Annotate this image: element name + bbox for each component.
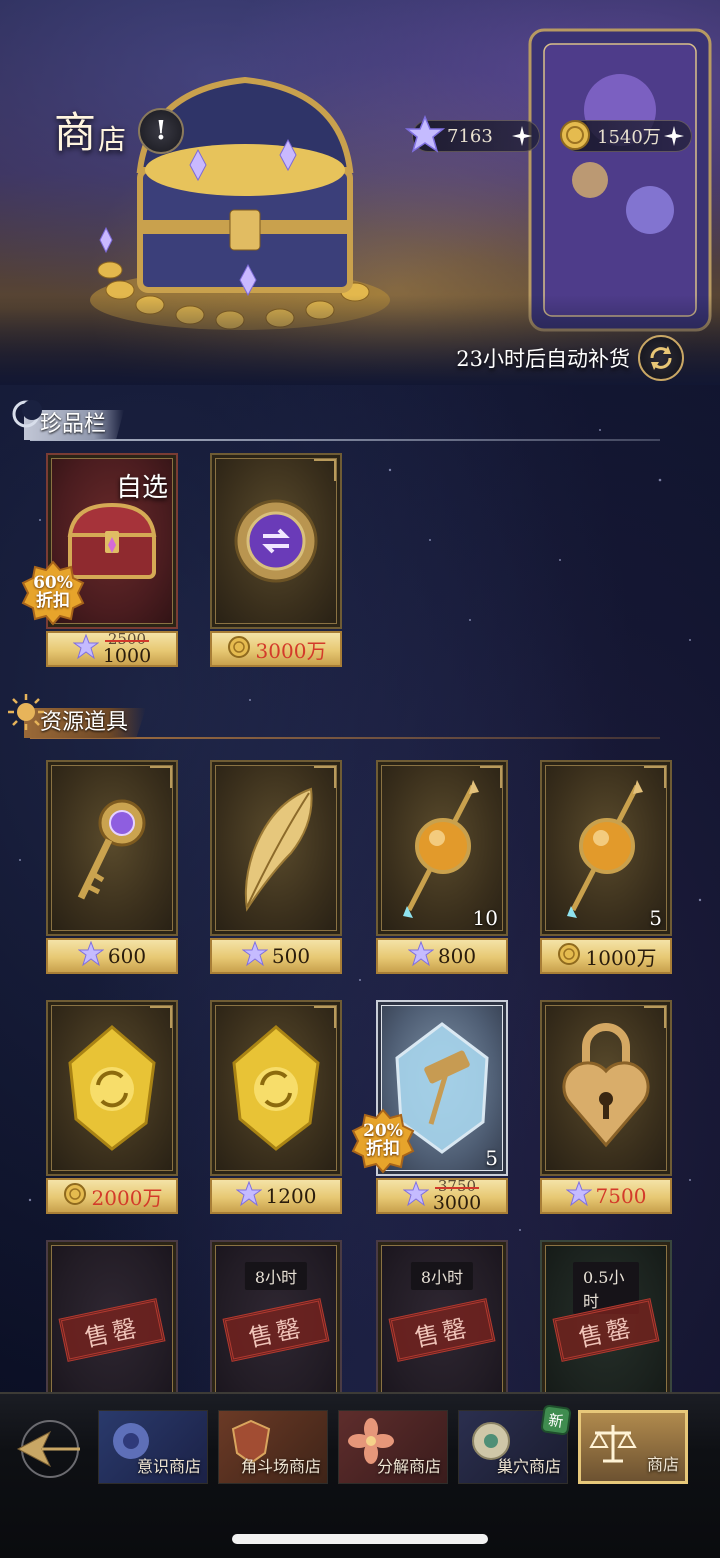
price-value: 1200 bbox=[265, 1184, 317, 1208]
gold-coin-icon bbox=[226, 634, 252, 664]
page-title: 商 店 bbox=[54, 112, 126, 154]
refresh-icon bbox=[650, 346, 672, 370]
star-crystal-icon bbox=[77, 940, 105, 971]
shop-item-refresh-crystal-gold[interactable]: 2000万 bbox=[46, 1000, 178, 1215]
price-tag: 1000万 bbox=[540, 938, 672, 974]
section-treasure-title: 珍品栏 bbox=[40, 412, 107, 437]
price-value: 3000万 bbox=[255, 638, 327, 663]
price-tag: 500 bbox=[210, 938, 342, 974]
shop-item-potion-scepter-5[interactable]: 5 1000万 bbox=[540, 760, 672, 975]
tab-consciousness-shop[interactable]: 意识商店 bbox=[98, 1410, 208, 1484]
item-quantity: 5 bbox=[485, 1146, 498, 1170]
price-tag: 2000万 bbox=[46, 1178, 178, 1214]
gold-amount: 1540万 bbox=[597, 127, 661, 148]
potion-scepter-icon bbox=[403, 780, 479, 918]
purple-token-icon bbox=[234, 499, 318, 583]
restock-text: 23小时后自动补货 bbox=[456, 347, 630, 371]
shop-item-feather[interactable]: 500 bbox=[210, 760, 342, 975]
shop-item-heart-lock[interactable]: 7500 bbox=[540, 1000, 672, 1215]
section-treasure-header: 珍品栏 bbox=[10, 392, 670, 452]
sale-price: 1000 bbox=[102, 645, 152, 667]
page-title-rest: 店 bbox=[98, 123, 127, 156]
tab-label: 分解商店 bbox=[376, 1457, 441, 1476]
heart-lock-icon bbox=[562, 1023, 650, 1148]
star-crystal-icon bbox=[404, 115, 446, 159]
restock-timer: 23小时后自动补货 bbox=[456, 335, 684, 381]
star-crystal-icon bbox=[402, 1180, 430, 1211]
golden-feather-icon bbox=[244, 787, 313, 912]
discount-word: 折扣 bbox=[366, 1139, 400, 1159]
restock-countdown: 8小时 bbox=[244, 1262, 308, 1290]
price-value: 2000万 bbox=[91, 1185, 163, 1210]
price-value: 600 bbox=[107, 944, 147, 968]
star-crystal-icon bbox=[72, 633, 100, 664]
tab-label: 商店 bbox=[646, 1455, 679, 1474]
back-arrow-button[interactable] bbox=[14, 1414, 84, 1484]
original-price: 3750 bbox=[434, 1177, 480, 1195]
restock-countdown: 8小时 bbox=[410, 1262, 474, 1290]
tab-decompose-shop[interactable]: 分解商店 bbox=[338, 1410, 448, 1484]
new-badge: 新 bbox=[540, 1404, 572, 1436]
discount-word: 折扣 bbox=[36, 591, 70, 611]
shop-item-purple-token[interactable]: 3000万 bbox=[210, 453, 342, 668]
original-price: 2500 bbox=[104, 630, 150, 648]
star-crystal-amount: 7163 bbox=[447, 125, 493, 147]
shop-banner bbox=[0, 0, 720, 385]
price-tag: 1200 bbox=[210, 1178, 342, 1214]
star-crystal-icon bbox=[564, 1180, 593, 1211]
home-indicator[interactable] bbox=[232, 1534, 488, 1544]
golden-key-icon bbox=[77, 799, 146, 900]
add-star-crystal-button[interactable] bbox=[511, 125, 533, 147]
tab-arena-shop[interactable]: 角斗场商店 bbox=[218, 1410, 328, 1484]
price-value: 1000万 bbox=[585, 945, 657, 970]
item-quantity: 5 bbox=[649, 906, 662, 930]
price-tag: 800 bbox=[376, 938, 508, 974]
price-tag: 7500 bbox=[540, 1178, 672, 1214]
shop-item-potion-scepter-10[interactable]: 10 800 bbox=[376, 760, 508, 975]
gold-currency: 1540万 bbox=[560, 120, 692, 152]
info-button[interactable]: ! bbox=[138, 108, 184, 154]
star-crystal-icon bbox=[407, 940, 435, 971]
tab-label: 角斗场商店 bbox=[240, 1457, 321, 1476]
section-resources-title: 资源道具 bbox=[40, 710, 129, 735]
potion-scepter-icon bbox=[567, 780, 643, 918]
tab-shop[interactable]: 商店 bbox=[578, 1410, 688, 1484]
refresh-crystal-icon bbox=[232, 1025, 320, 1151]
tab-label: 巢穴商店 bbox=[496, 1457, 561, 1476]
discount-badge: 60% 折扣 bbox=[20, 560, 86, 626]
price-tag: 600 bbox=[46, 938, 178, 974]
star-crystal-currency: 7163 bbox=[404, 115, 540, 153]
exclamation-icon: ! bbox=[155, 116, 167, 146]
price-tag: 3000万 bbox=[210, 631, 342, 667]
moon-emblem-icon bbox=[12, 400, 42, 428]
shop-item-key[interactable]: 600 bbox=[46, 760, 178, 975]
gold-coin-icon bbox=[62, 1181, 88, 1211]
star-crystal-icon bbox=[234, 1180, 263, 1211]
refresh-crystal-icon bbox=[68, 1025, 156, 1151]
gold-coin-icon bbox=[555, 115, 595, 159]
tab-label: 意识商店 bbox=[136, 1457, 201, 1476]
price-tag: 2500 1000 bbox=[46, 631, 178, 667]
sale-price: 3000 bbox=[432, 1192, 482, 1214]
refresh-button[interactable] bbox=[638, 335, 684, 381]
discount-badge: 20% 折扣 bbox=[350, 1108, 416, 1174]
price-value: 800 bbox=[437, 944, 477, 968]
sun-emblem-icon bbox=[8, 694, 44, 730]
page-title-main: 商 bbox=[54, 108, 97, 157]
add-gold-button[interactable] bbox=[663, 125, 685, 147]
shop-item-refresh-crystal-star[interactable]: 1200 bbox=[210, 1000, 342, 1215]
tarot-card-illustration bbox=[528, 28, 712, 332]
item-quantity: 10 bbox=[472, 906, 498, 930]
price-tag: 3750 3000 bbox=[376, 1178, 508, 1214]
price-value: 500 bbox=[271, 944, 311, 968]
scales-icon bbox=[589, 1425, 637, 1463]
selectable-label: 自选 bbox=[115, 473, 168, 503]
price-value: 7500 bbox=[595, 1184, 647, 1208]
section-resources-header: 资源道具 bbox=[8, 690, 670, 750]
gold-coin-icon bbox=[556, 941, 582, 971]
star-crystal-icon bbox=[241, 940, 269, 971]
